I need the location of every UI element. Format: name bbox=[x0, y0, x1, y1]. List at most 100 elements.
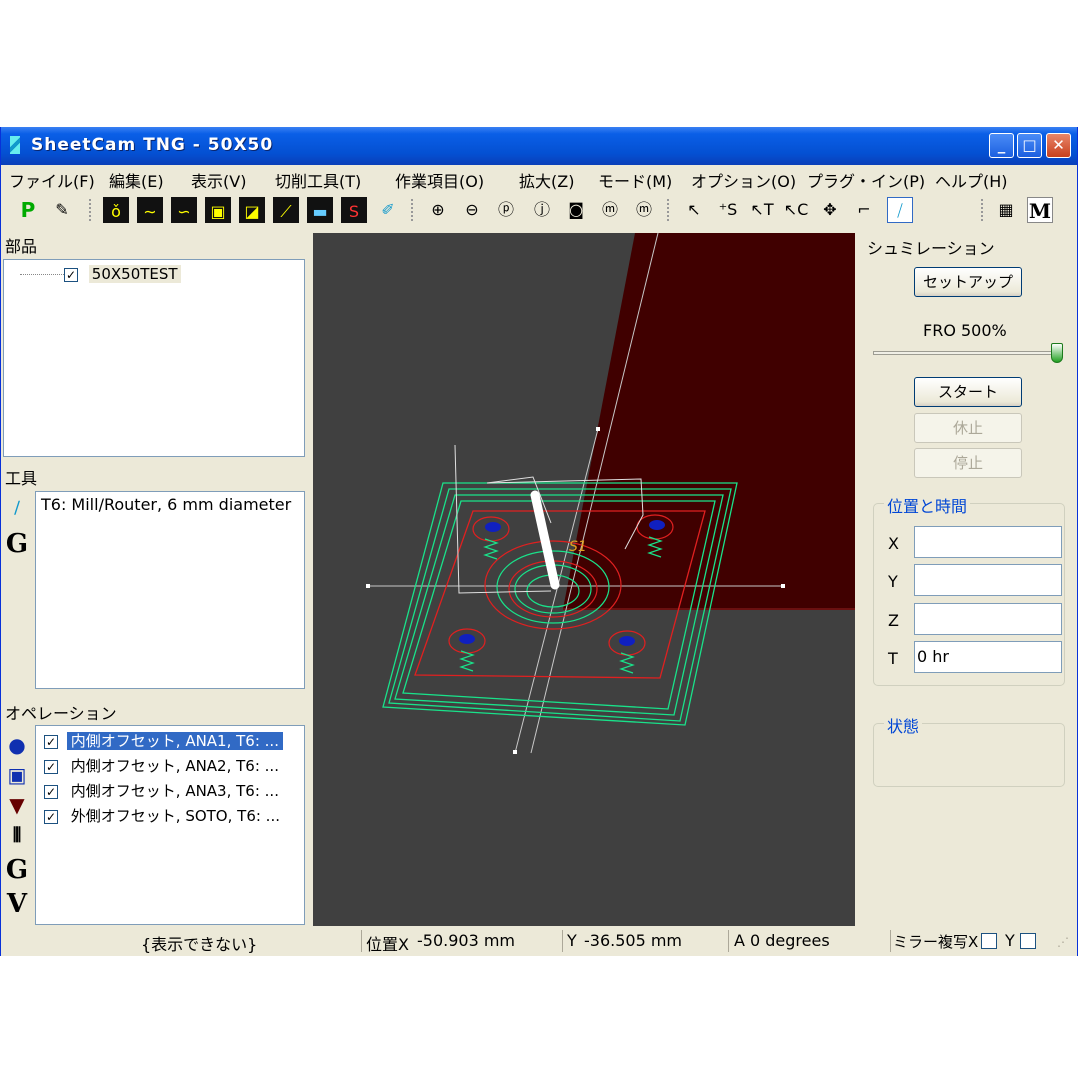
toolbar-grip[interactable] bbox=[667, 199, 672, 221]
fro-slider-thumb[interactable] bbox=[1051, 343, 1063, 363]
p-icon[interactable]: P bbox=[15, 197, 41, 223]
tool-mill-icon[interactable]: ⧸ bbox=[4, 499, 30, 519]
rotate-icon[interactable]: ⌐ bbox=[851, 197, 877, 223]
gcode-op-icon[interactable]: G bbox=[4, 855, 30, 885]
square2-icon[interactable]: ◪ bbox=[239, 197, 265, 223]
axis-handle[interactable] bbox=[781, 584, 785, 588]
app-icon[interactable] bbox=[10, 136, 20, 154]
operation-label: 内側オフセット, ANA3, T6: ... bbox=[70, 782, 279, 800]
menu-file[interactable]: ファイル(F) bbox=[9, 168, 95, 192]
fro-slider-track[interactable] bbox=[873, 351, 1063, 355]
simulate-icon[interactable]: ⧸ bbox=[887, 197, 913, 223]
status-bar: {表示できない} 位置X -50.903 mm Y -36.505 mm A 0… bbox=[1, 927, 1077, 956]
axis-handle[interactable] bbox=[596, 427, 600, 431]
select-t-icon[interactable]: ↖T bbox=[749, 197, 775, 223]
viewport-3d[interactable]: S1 bbox=[313, 233, 855, 926]
t-field[interactable]: 0 hr bbox=[914, 641, 1062, 673]
axis-handle[interactable] bbox=[366, 584, 370, 588]
tool-item[interactable]: T6: Mill/Router, 6 mm diameter bbox=[41, 495, 291, 514]
pocket-icon[interactable]: ▣ bbox=[4, 763, 30, 787]
select-c-icon[interactable]: ↖C bbox=[783, 197, 809, 223]
zoom-in-icon[interactable]: ⊕ bbox=[425, 197, 451, 223]
zoom-window-icon[interactable]: ◙ bbox=[563, 197, 589, 223]
start-button[interactable]: スタート bbox=[914, 377, 1022, 407]
square-icon[interactable]: ▣ bbox=[205, 197, 231, 223]
edit-icon[interactable]: ✎ bbox=[49, 197, 75, 223]
operation-row[interactable]: ✓ 内側オフセット, ANA3, T6: ... bbox=[44, 779, 283, 803]
operations-header: オペレーション bbox=[5, 704, 117, 723]
select-start-icon[interactable]: ⁺S bbox=[715, 197, 741, 223]
calculator-icon[interactable]: ▦ bbox=[993, 197, 1019, 223]
v-icon[interactable]: V bbox=[4, 889, 30, 919]
part-checkbox[interactable]: ✓ bbox=[64, 267, 78, 282]
mirror-x-label: ミラー複写X bbox=[893, 933, 979, 951]
status-message: {表示できない} bbox=[141, 935, 258, 954]
menu-plugins[interactable]: プラグ・イン(P) bbox=[807, 168, 925, 192]
menu-tools[interactable]: 切削工具(T) bbox=[275, 168, 361, 192]
jet-icon[interactable]: ● bbox=[4, 733, 30, 757]
operation-row[interactable]: ✓ 内側オフセット, ANA1, T6: ... bbox=[44, 729, 283, 753]
drill-icon[interactable]: ⟋ bbox=[273, 197, 299, 223]
z-field-label: Z bbox=[888, 611, 899, 630]
select-icon[interactable]: ↖ bbox=[681, 197, 707, 223]
operation-checkbox[interactable]: ✓ bbox=[44, 759, 58, 774]
toolbar-grip[interactable] bbox=[89, 199, 94, 221]
close-button[interactable]: ✕ bbox=[1046, 133, 1071, 158]
wave2-icon[interactable]: ∽ bbox=[171, 197, 197, 223]
axis-handle[interactable] bbox=[513, 750, 517, 754]
menu-view[interactable]: 表示(V) bbox=[191, 168, 246, 192]
pause-button[interactable]: 休止 bbox=[914, 413, 1022, 443]
mirror-x-checkbox[interactable] bbox=[981, 933, 997, 949]
m-icon[interactable]: M bbox=[1027, 197, 1053, 223]
gcode-icon[interactable]: G bbox=[4, 529, 30, 559]
operation-row[interactable]: ✓ 外側オフセット, SOTO, T6: ... bbox=[44, 804, 284, 828]
toolbar-grip[interactable] bbox=[411, 199, 416, 221]
viewport-canvas[interactable]: S1 bbox=[313, 233, 855, 926]
operation-label: 内側オフセット, ANA2, T6: ... bbox=[70, 757, 279, 775]
zoom-m-icon[interactable]: ⓜ bbox=[597, 197, 623, 223]
angle-label: A bbox=[734, 931, 745, 950]
menu-operations[interactable]: 作業項目(O) bbox=[395, 168, 484, 192]
mirror-y-checkbox[interactable] bbox=[1020, 933, 1036, 949]
wave-icon[interactable]: ∼ bbox=[137, 197, 163, 223]
operation-checkbox[interactable]: ✓ bbox=[44, 809, 58, 824]
move-icon[interactable]: ✥ bbox=[817, 197, 843, 223]
operation-checkbox[interactable]: ✓ bbox=[44, 734, 58, 749]
menu-help[interactable]: ヘルプ(H) bbox=[935, 168, 1008, 192]
minimize-button[interactable]: _ bbox=[989, 133, 1014, 158]
menu-edit[interactable]: 編集(E) bbox=[109, 168, 164, 192]
tools-list[interactable]: T6: Mill/Router, 6 mm diameter bbox=[35, 491, 305, 689]
toolbar-grip[interactable] bbox=[981, 199, 986, 221]
start-point-label: S1 bbox=[569, 539, 587, 555]
title-bar[interactable]: SheetCam TNG - 50X50 _ □ ✕ bbox=[1, 127, 1077, 165]
menu-options[interactable]: オプション(O) bbox=[691, 168, 796, 192]
menu-mode[interactable]: モード(M) bbox=[598, 168, 672, 192]
zoom-mc-icon[interactable]: ⓜ bbox=[631, 197, 657, 223]
zoom-out-icon[interactable]: ⊖ bbox=[459, 197, 485, 223]
position-y-value: -36.505 mm bbox=[584, 931, 683, 950]
contour-icon[interactable]: ǒ bbox=[103, 197, 129, 223]
operations-list[interactable]: ✓ 内側オフセット, ANA1, T6: ... ✓ 内側オフセット, ANA2… bbox=[35, 725, 305, 925]
zoom-j-icon[interactable]: ⓙ bbox=[529, 197, 555, 223]
pen-icon[interactable]: ✐ bbox=[375, 197, 401, 223]
y-field[interactable] bbox=[914, 564, 1062, 596]
part-item[interactable]: ✓ 50X50TEST bbox=[64, 265, 181, 285]
operation-checkbox[interactable]: ✓ bbox=[44, 784, 58, 799]
setup-button[interactable]: セットアップ bbox=[914, 267, 1022, 297]
maximize-button[interactable]: □ bbox=[1017, 133, 1042, 158]
status-separator bbox=[361, 930, 362, 952]
t-field-label: T bbox=[888, 649, 898, 668]
start-icon[interactable]: S bbox=[341, 197, 367, 223]
z-field[interactable] bbox=[914, 603, 1062, 635]
display-icon[interactable]: ▬ bbox=[307, 197, 333, 223]
operation-row[interactable]: ✓ 内側オフセット, ANA2, T6: ... bbox=[44, 754, 283, 778]
menu-zoom[interactable]: 拡大(Z) bbox=[519, 168, 574, 192]
resize-grip-icon[interactable]: ⋰ bbox=[1057, 935, 1069, 949]
x-field[interactable] bbox=[914, 526, 1062, 558]
parts-tree[interactable]: ✓ 50X50TEST bbox=[3, 259, 305, 457]
drill-op-icon[interactable]: ▼ bbox=[4, 793, 30, 817]
position-time-title: 位置と時間 bbox=[884, 493, 971, 517]
stop-button[interactable]: 停止 bbox=[914, 448, 1022, 478]
zoom-p-icon[interactable]: ⓟ bbox=[493, 197, 519, 223]
tap-icon[interactable]: ⦀ bbox=[4, 823, 30, 847]
